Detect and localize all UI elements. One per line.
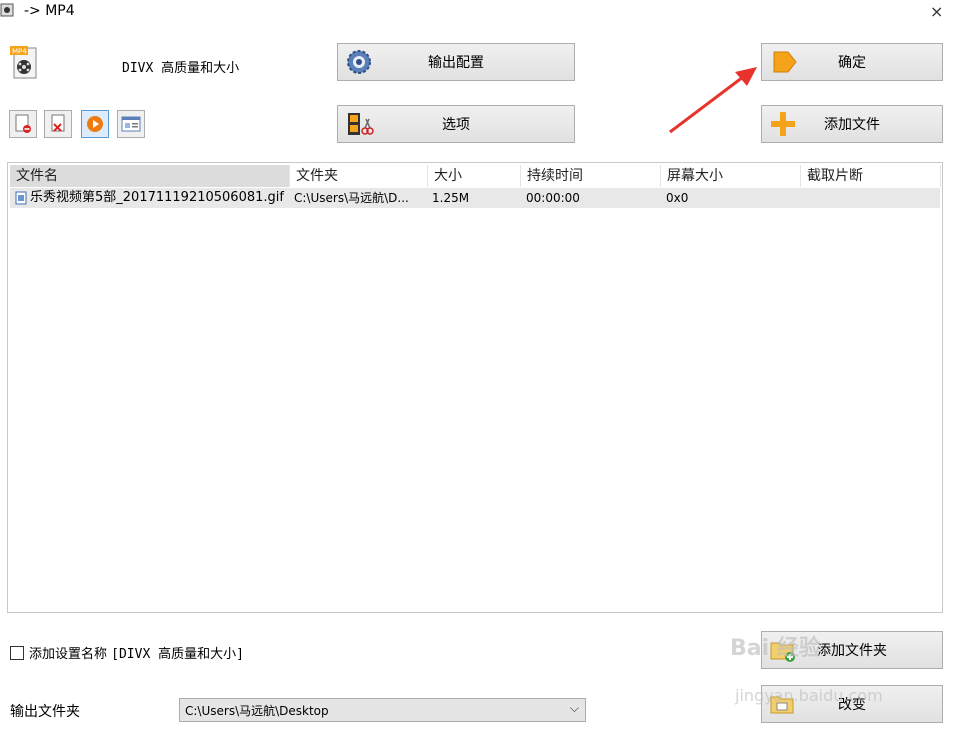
cell-screen-size: 0x0 — [666, 191, 689, 205]
cell-size: 1.25M — [432, 191, 470, 205]
mp4-badge-text: MP4 — [12, 48, 27, 56]
chevron-down-icon[interactable]: ⌵ — [570, 701, 579, 716]
arrow-right-icon — [773, 51, 797, 73]
col-header-clip[interactable]: 截取片断 — [801, 165, 941, 187]
ok-label: 确定 — [838, 55, 866, 71]
table-row[interactable]: 乐秀视频第5部_20171119210506081.gif C:\Users\马… — [10, 188, 940, 208]
watermark-logo: Bai 经验 — [730, 636, 821, 661]
clear-list-button[interactable] — [44, 110, 72, 138]
checkbox-box[interactable] — [10, 645, 24, 660]
remove-file-icon — [15, 114, 31, 133]
output-config-label: 输出配置 — [428, 55, 484, 71]
title-bar: -> MP4 × — [0, 0, 959, 24]
annotation-arrow-icon — [669, 67, 757, 134]
output-folder-label: 输出文件夹 — [10, 704, 80, 720]
window-title: -> MP4 — [24, 3, 75, 19]
col-header-size[interactable]: 大小 — [428, 165, 521, 187]
gear-icon — [347, 50, 371, 74]
options-label: 选项 — [442, 117, 470, 133]
col-header-folder[interactable]: 文件夹 — [290, 165, 428, 187]
add-folder-label: 添加文件夹 — [817, 643, 887, 659]
cell-duration: 00:00:00 — [526, 191, 580, 205]
plus-icon — [771, 112, 795, 136]
file-icon — [15, 191, 27, 205]
add-setting-value: [DIVX 高质量和大小] — [111, 647, 244, 662]
info-card-icon — [121, 116, 141, 132]
watermark-url: jingyan.baidu.com — [735, 686, 883, 705]
clear-list-icon — [51, 114, 65, 132]
output-config-button[interactable]: 输出配置 — [337, 43, 575, 81]
add-file-label: 添加文件 — [824, 117, 880, 133]
output-folder-select[interactable]: C:\Users\马远航\Desktop ⌵ — [179, 698, 586, 722]
add-setting-label: 添加设置名称 — [29, 647, 108, 662]
profile-name: DIVX 高质量和大小 — [122, 61, 240, 76]
col-header-filename[interactable]: 文件名 — [10, 165, 290, 187]
options-button[interactable]: 选项 — [337, 105, 575, 143]
film-scissors-icon — [348, 113, 374, 135]
col-header-screen-size[interactable]: 屏幕大小 — [661, 165, 801, 187]
add-file-button[interactable]: 添加文件 — [761, 105, 943, 143]
cell-filename: 乐秀视频第5部_20171119210506081.gif — [30, 190, 284, 205]
play-button[interactable] — [81, 110, 109, 138]
col-header-duration[interactable]: 持续时间 — [521, 165, 661, 187]
ok-button[interactable]: 确定 — [761, 43, 943, 81]
mp4-format-icon: MP4 — [10, 46, 37, 79]
media-info-button[interactable] — [117, 110, 145, 138]
file-list[interactable]: 文件名 文件夹 大小 持续时间 屏幕大小 截取片断 乐秀视频第5部_201711… — [7, 162, 943, 613]
app-icon — [0, 3, 14, 17]
close-button[interactable]: × — [930, 2, 943, 21]
play-icon — [87, 116, 103, 132]
cell-folder: C:\Users\马远航\D... — [294, 191, 409, 205]
output-folder-value: C:\Users\马远航\Desktop — [185, 704, 329, 718]
add-setting-name-checkbox[interactable]: 添加设置名称 [DIVX 高质量和大小] — [10, 643, 244, 662]
remove-file-button[interactable] — [9, 110, 37, 138]
